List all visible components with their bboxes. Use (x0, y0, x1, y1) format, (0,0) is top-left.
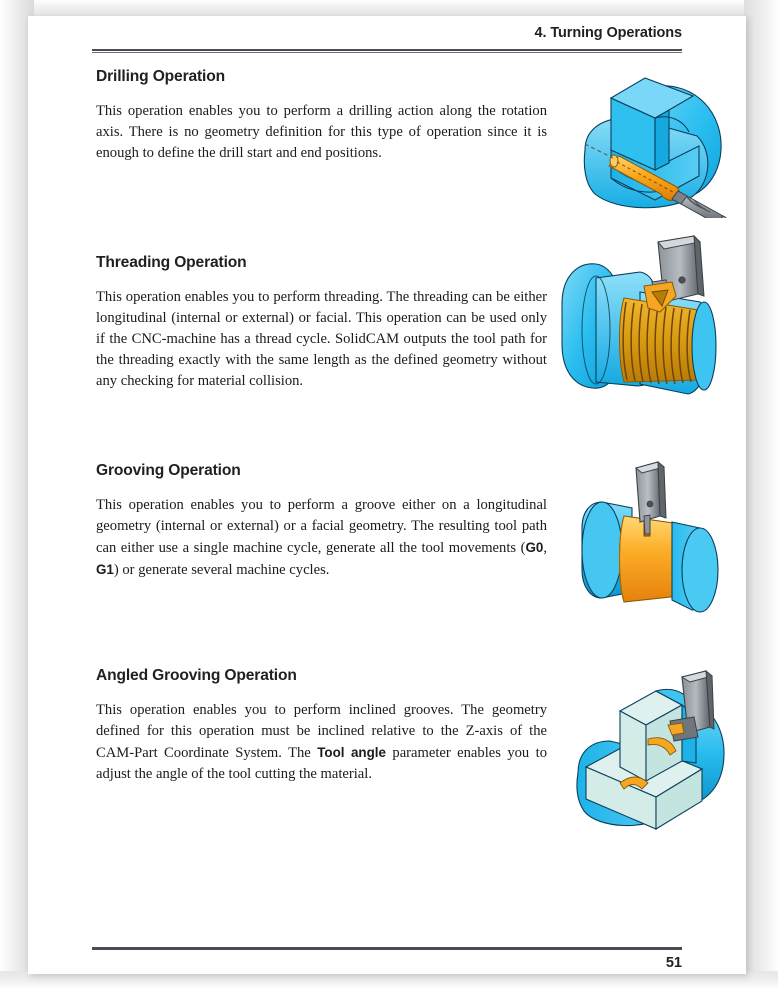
section-angled-grooving: Angled Grooving Operation This operation… (92, 667, 725, 830)
inline-bold-term: G1 (96, 562, 114, 577)
header-rule (92, 49, 682, 53)
header-rule-thick (92, 49, 682, 51)
page-content-area: 4. Turning Operations Drilling Operation… (92, 16, 727, 974)
section-threading: Threading Operation This operation enabl… (92, 234, 717, 395)
section-drilling: Drilling Operation This operation enable… (92, 68, 727, 218)
chapter-title: 4. Turning Operations (534, 25, 683, 41)
inline-bold-term: G0 (525, 540, 544, 555)
inline-bold-term: Tool angle (317, 745, 386, 760)
section-grooving: Grooving Operation This operation enable… (92, 460, 719, 613)
page-number: 51 (665, 955, 682, 971)
header-rule-thin (92, 52, 682, 53)
footer-rule-thick (92, 947, 682, 950)
section-body-threading: This operation enables you to perform th… (96, 289, 547, 389)
screenshot-canvas: 4. Turning Operations Drilling Operation… (0, 0, 778, 989)
drilling-operation-illustration (547, 58, 747, 218)
page-footer: 51 (92, 954, 682, 972)
section-body-angled-grooving: This operation enables you to perform in… (96, 702, 548, 782)
threading-operation-illustration (548, 232, 748, 427)
footer-rule (92, 947, 682, 950)
section-body-drilling: This operation enables you to perform a … (96, 103, 547, 161)
running-header: 4. Turning Operations (92, 24, 683, 42)
grooving-operation-illustration (560, 454, 750, 634)
section-body-grooving: This operation enables you to perform a … (96, 497, 547, 578)
angled-grooving-operation-illustration (560, 663, 755, 843)
document-page: 4. Turning Operations Drilling Operation… (28, 16, 746, 974)
